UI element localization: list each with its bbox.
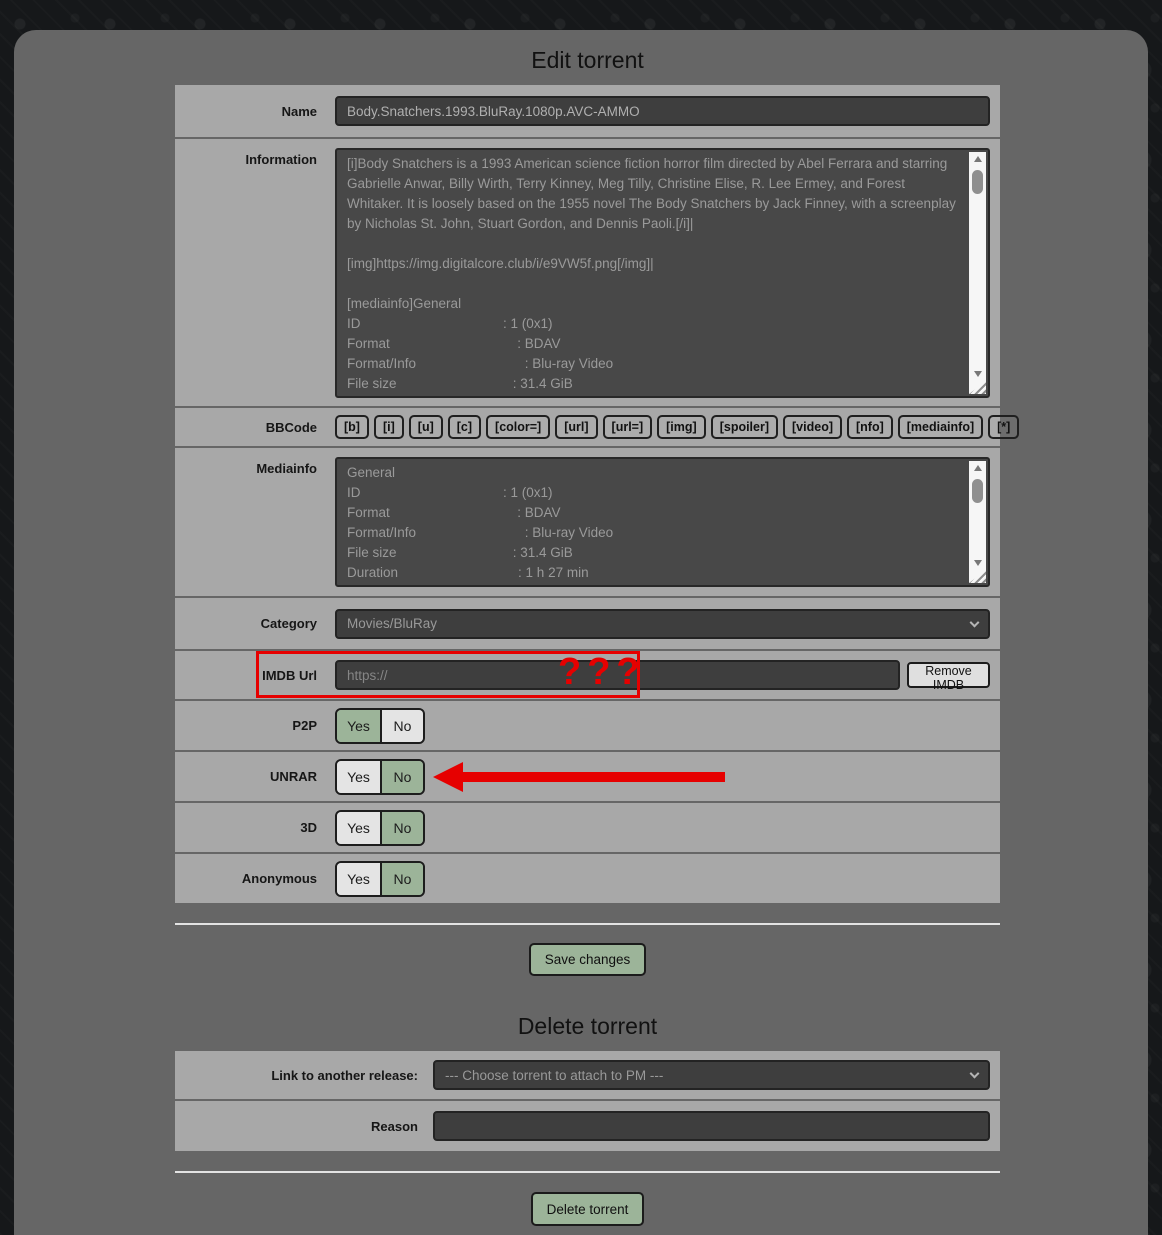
name-label: Name <box>175 104 335 119</box>
anonymous-toggle: Yes No <box>335 861 425 897</box>
category-select[interactable]: Movies/BluRay <box>335 609 990 639</box>
scroll-up-icon[interactable] <box>969 461 986 475</box>
bbcode-img-button[interactable]: [img] <box>657 415 706 439</box>
information-row: Information [i]Body Snatchers is a 1993 … <box>175 139 1000 406</box>
mediainfo-text[interactable]: General ID : 1 (0x1) Format : BDAV Forma… <box>347 463 964 585</box>
resize-grip-icon[interactable] <box>969 381 986 394</box>
anonymous-row: Anonymous Yes No <box>175 854 1000 903</box>
scrollbar-thumb[interactable] <box>972 479 983 503</box>
bbcode-nfo-button[interactable]: [nfo] <box>847 415 893 439</box>
link-release-label: Link to another release: <box>175 1068 433 1083</box>
information-label: Information <box>175 139 335 167</box>
edit-torrent-form: Name Information [i]Body Snatchers is a … <box>175 85 1000 903</box>
anonymous-no-button[interactable]: No <box>380 863 423 895</box>
mediainfo-scrollbar[interactable] <box>969 461 986 583</box>
name-input[interactable] <box>335 96 990 126</box>
scrollbar-track[interactable] <box>969 475 986 556</box>
mediainfo-textarea[interactable]: General ID : 1 (0x1) Format : BDAV Forma… <box>335 457 990 587</box>
bbcode-url-named-button[interactable]: [url=] <box>603 415 653 439</box>
delete-torrent-form: Link to another release: --- Choose torr… <box>175 1051 1000 1151</box>
bbcode-italic-button[interactable]: [i] <box>374 415 404 439</box>
edit-torrent-title: Edit torrent <box>175 46 1000 74</box>
bbcode-mediainfo-button[interactable]: [mediainfo] <box>898 415 983 439</box>
unrar-no-button[interactable]: No <box>380 761 423 793</box>
scroll-down-icon[interactable] <box>969 367 986 381</box>
p2p-row: P2P Yes No <box>175 701 1000 750</box>
bbcode-label: BBCode <box>175 420 335 435</box>
information-textarea[interactable]: [i]Body Snatchers is a 1993 American sci… <box>335 148 990 398</box>
bbcode-underline-button[interactable]: [u] <box>409 415 443 439</box>
p2p-yes-button[interactable]: Yes <box>337 710 380 742</box>
3d-row: 3D Yes No <box>175 803 1000 852</box>
reason-row: Reason <box>175 1101 1000 1151</box>
category-label: Category <box>175 616 335 631</box>
unrar-label: UNRAR <box>175 769 335 784</box>
reason-label: Reason <box>175 1119 433 1134</box>
scroll-down-icon[interactable] <box>969 556 986 570</box>
section-divider <box>175 923 1000 925</box>
mediainfo-row: Mediainfo General ID : 1 (0x1) Format : … <box>175 448 1000 596</box>
bbcode-color-button[interactable]: [color=] <box>486 415 550 439</box>
bbcode-spoiler-button[interactable]: [spoiler] <box>711 415 778 439</box>
category-row: Category Movies/BluRay <box>175 598 1000 649</box>
delete-torrent-button[interactable]: Delete torrent <box>531 1192 645 1226</box>
imdb-url-input[interactable] <box>335 660 900 690</box>
scrollbar-track[interactable] <box>969 166 986 367</box>
scroll-up-icon[interactable] <box>969 152 986 166</box>
remove-imdb-button[interactable]: Remove IMDB <box>907 662 990 688</box>
3d-yes-button[interactable]: Yes <box>337 812 380 844</box>
scrollbar-thumb[interactable] <box>972 170 983 194</box>
imdb-url-label: IMDB Url <box>175 668 335 683</box>
link-release-row: Link to another release: --- Choose torr… <box>175 1051 1000 1099</box>
bbcode-buttons: [b] [i] [u] [c] [color=] [url] [url=] [i… <box>335 415 1019 439</box>
bbcode-bold-button[interactable]: [b] <box>335 415 369 439</box>
anonymous-yes-button[interactable]: Yes <box>337 863 380 895</box>
anonymous-label: Anonymous <box>175 871 335 886</box>
3d-toggle: Yes No <box>335 810 425 846</box>
bbcode-url-button[interactable]: [url] <box>555 415 597 439</box>
p2p-label: P2P <box>175 718 335 733</box>
imdb-url-row: IMDB Url Remove IMDB <box>175 651 1000 699</box>
unrar-toggle: Yes No <box>335 759 425 795</box>
link-release-select[interactable]: --- Choose torrent to attach to PM --- <box>433 1060 990 1090</box>
name-row: Name <box>175 85 1000 137</box>
information-text[interactable]: [i]Body Snatchers is a 1993 American sci… <box>347 154 964 396</box>
resize-grip-icon[interactable] <box>969 570 986 583</box>
bbcode-row: BBCode [b] [i] [u] [c] [color=] [url] [u… <box>175 408 1000 446</box>
p2p-no-button[interactable]: No <box>380 710 423 742</box>
section-divider <box>175 1171 1000 1173</box>
unrar-yes-button[interactable]: Yes <box>337 761 380 793</box>
p2p-toggle: Yes No <box>335 708 425 744</box>
information-scrollbar[interactable] <box>969 152 986 394</box>
content-column: Edit torrent Name Information [i]Body Sn… <box>175 0 1000 1226</box>
mediainfo-label: Mediainfo <box>175 448 335 476</box>
bbcode-video-button[interactable]: [video] <box>783 415 842 439</box>
3d-no-button[interactable]: No <box>380 812 423 844</box>
bbcode-listitem-button[interactable]: [*] <box>988 415 1019 439</box>
bbcode-code-button[interactable]: [c] <box>448 415 481 439</box>
save-changes-button[interactable]: Save changes <box>529 943 647 976</box>
reason-input[interactable] <box>433 1111 990 1141</box>
3d-label: 3D <box>175 820 335 835</box>
delete-torrent-title: Delete torrent <box>175 1012 1000 1040</box>
unrar-row: UNRAR Yes No <box>175 752 1000 801</box>
